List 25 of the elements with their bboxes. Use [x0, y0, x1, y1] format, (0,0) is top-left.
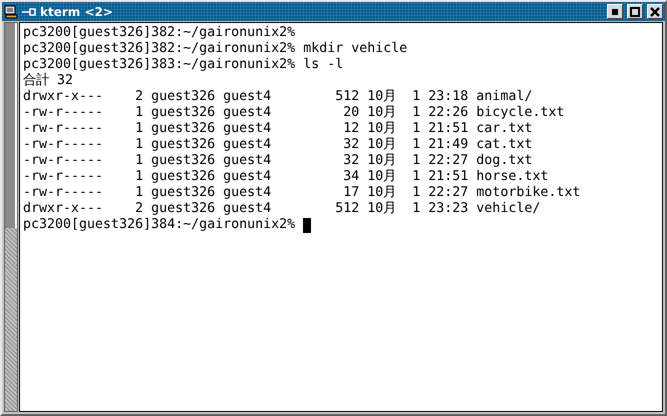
- text-cursor: [303, 218, 312, 232]
- terminal-line: -rw-r----- 1 guest326 guest4 17 10月 1 22:27 motorbike.txt: [23, 185, 580, 201]
- terminal-line: -rw-r----- 1 guest326 guest4 32 10月 1 21:49 cat.txt: [23, 137, 532, 153]
- terminal-line: -rw-r----- 1 guest326 guest4 12 10月 1 21:51 car.txt: [23, 121, 532, 137]
- terminal-line: drwxr-x--- 2 guest326 guest4 512 10月 1 23:23 vehicle/: [23, 201, 540, 217]
- close-icon: [650, 6, 660, 16]
- terminal-line: pc3200[guest326]382:~/gaironunix2% mkdir vehicle: [23, 41, 408, 57]
- terminal-line: -rw-r----- 1 guest326 guest4 20 10月 1 22:26 bicycle.txt: [23, 105, 564, 121]
- close-button[interactable]: [647, 4, 663, 19]
- monitor-icon: [4, 4, 18, 18]
- terminal-line: drwxr-x--- 2 guest326 guest4 512 10月 1 23:18 animal/: [23, 89, 532, 105]
- terminal-line: -rw-r----- 1 guest326 guest4 34 10月 1 21:51 horse.txt: [23, 169, 548, 185]
- minimize-icon: [612, 8, 618, 14]
- scroll-thumb[interactable]: [5, 23, 17, 228]
- maximize-icon: [630, 6, 640, 16]
- terminal-line: 合計 32: [23, 73, 74, 89]
- maximize-button[interactable]: [627, 4, 643, 19]
- terminal-line: -rw-r----- 1 guest326 guest4 32 10月 1 22:27 dog.txt: [23, 153, 532, 169]
- terminal-line: pc3200[guest326]383:~/gaironunix2% ls -l: [23, 57, 344, 72]
- minimize-button[interactable]: [607, 4, 623, 19]
- window-title: kterm <2>: [40, 4, 114, 18]
- shell-prompt: pc3200[guest326]384:~/gaironunix2%: [23, 217, 296, 233]
- pin-icon[interactable]: [22, 6, 36, 16]
- terminal-line: pc3200[guest326]382:~/gaironunix2%: [23, 25, 296, 41]
- scroll-bar[interactable]: [4, 22, 18, 412]
